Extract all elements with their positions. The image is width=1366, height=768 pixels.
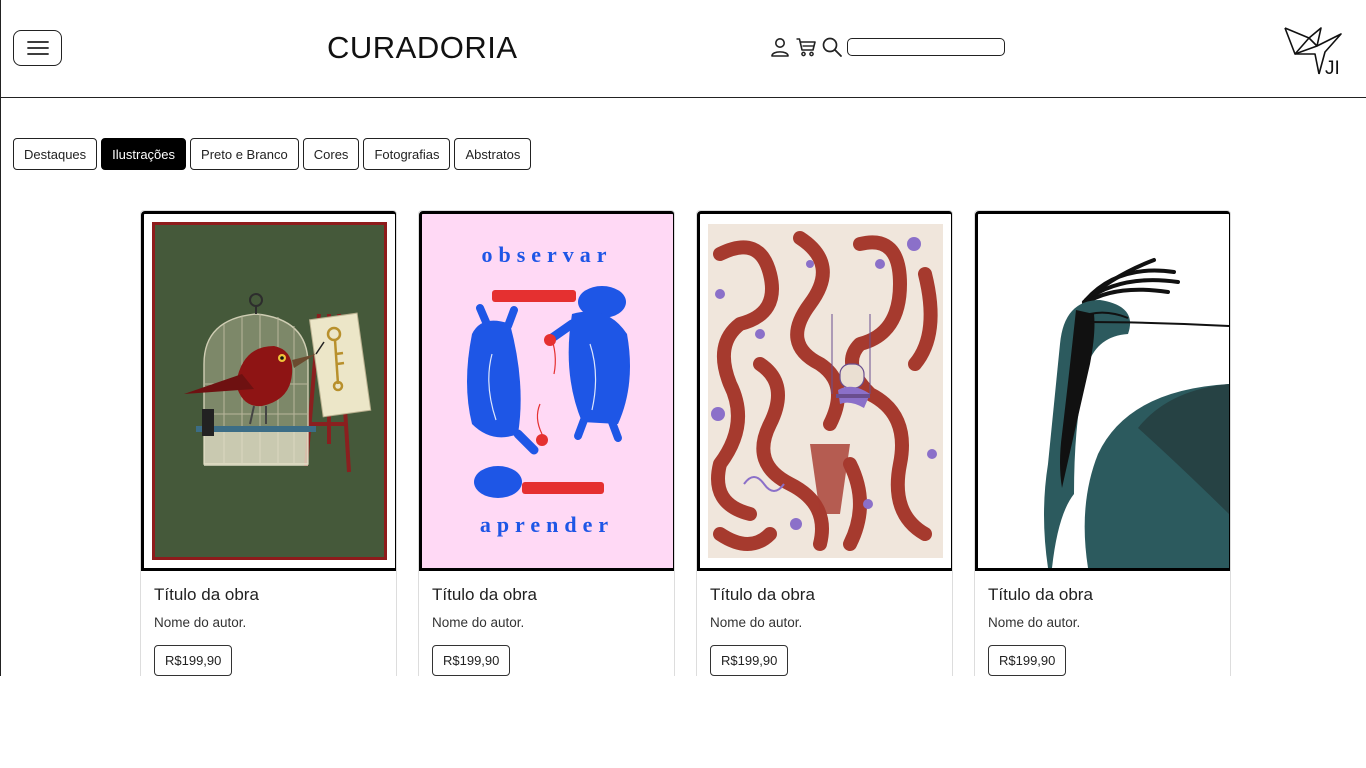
tab-fotografias[interactable]: Fotografias	[363, 138, 451, 170]
heron-illustration	[978, 214, 1229, 568]
card-author: Nome do autor.	[154, 615, 247, 630]
card-title: Título da obra	[432, 585, 537, 604]
card-author: Nome do autor.	[710, 615, 803, 630]
card-body: Título da obra Nome do autor. R$199,90	[419, 571, 674, 676]
tab-abstratos[interactable]: Abstratos	[454, 138, 532, 170]
artwork-image[interactable]	[141, 211, 396, 571]
artwork-card[interactable]: observar aprender Título da obra Nome do…	[418, 210, 675, 676]
artwork-card[interactable]: Título da obra Nome do autor. R$199,90	[696, 210, 953, 676]
card-body: Título da obra Nome do autor. R$199,90	[697, 571, 952, 676]
card-author: Nome do autor.	[988, 615, 1081, 630]
logo-text: JI	[1325, 58, 1340, 79]
price-button[interactable]: R$199,90	[432, 645, 511, 676]
search-input[interactable]	[847, 38, 1005, 56]
tab-ilustracoes[interactable]: Ilustrações	[101, 138, 187, 170]
card-title: Título da obra	[988, 585, 1093, 604]
art-bottom-text: aprender	[480, 512, 614, 537]
bird-cage-illustration	[144, 214, 395, 568]
tab-cores[interactable]: Cores	[302, 138, 360, 170]
account-button[interactable]	[769, 36, 791, 58]
artwork-grid: Título da obra Nome do autor. R$199,90 o…	[140, 210, 1231, 676]
price-button[interactable]: R$199,90	[710, 645, 789, 676]
card-body: Título da obra Nome do autor. R$199,90	[141, 571, 396, 676]
artwork-card[interactable]: Título da obra Nome do autor. R$199,90	[974, 210, 1231, 676]
site-header: CURADORIA JI	[1, 0, 1366, 98]
header-icons	[769, 36, 843, 58]
card-body: Título da obra Nome do autor. R$199,90	[975, 571, 1230, 676]
site-title: CURADORIA	[327, 30, 518, 65]
art-top-text: observar	[481, 242, 612, 267]
user-icon	[771, 38, 789, 57]
artwork-image[interactable]	[975, 211, 1230, 571]
hamburger-icon	[26, 41, 49, 55]
search-button[interactable]	[821, 36, 843, 58]
card-author: Nome do autor.	[432, 615, 525, 630]
cart-icon	[796, 38, 816, 57]
category-tabs: Destaques Ilustrações Preto e Branco Cor…	[13, 138, 532, 170]
search-icon	[822, 37, 842, 57]
swirl-illustration	[700, 214, 951, 568]
artwork-card[interactable]: Título da obra Nome do autor. R$199,90	[140, 210, 397, 676]
artwork-image[interactable]: observar aprender	[419, 211, 674, 571]
tab-preto-e-branco[interactable]: Preto e Branco	[190, 138, 299, 170]
card-title: Título da obra	[710, 585, 815, 604]
page: CURADORIA JI Destaques Ilustrações Preto…	[0, 0, 1366, 676]
price-button[interactable]: R$199,90	[154, 645, 233, 676]
card-title: Título da obra	[154, 585, 259, 604]
observar-aprender-illustration: observar aprender	[422, 214, 673, 568]
price-button[interactable]: R$199,90	[988, 645, 1067, 676]
site-logo[interactable]: JI	[1281, 24, 1345, 80]
origami-bird-logo: JI	[1284, 27, 1342, 79]
menu-button[interactable]	[13, 30, 62, 66]
artwork-image[interactable]	[697, 211, 952, 571]
tab-destaques[interactable]: Destaques	[13, 138, 98, 170]
cart-button[interactable]	[795, 36, 817, 58]
